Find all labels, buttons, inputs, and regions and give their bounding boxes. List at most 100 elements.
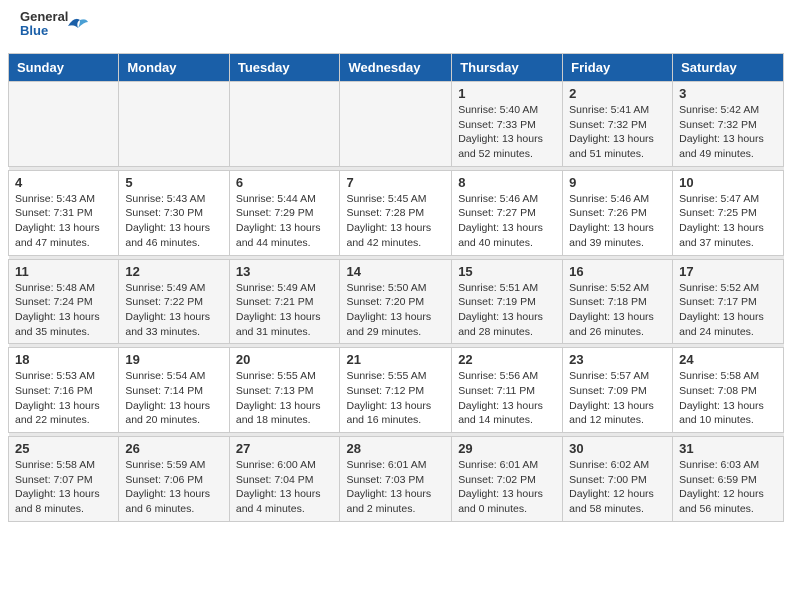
- day-info: Sunrise: 5:52 AMSunset: 7:17 PMDaylight:…: [679, 281, 777, 340]
- day-info: Sunrise: 5:59 AMSunset: 7:06 PMDaylight:…: [125, 458, 222, 517]
- day-info: Sunrise: 6:01 AMSunset: 7:02 PMDaylight:…: [458, 458, 556, 517]
- day-number: 31: [679, 441, 777, 456]
- day-number: 16: [569, 264, 666, 279]
- day-number: 22: [458, 352, 556, 367]
- day-number: 7: [346, 175, 445, 190]
- calendar-cell: 21 Sunrise: 5:55 AMSunset: 7:12 PMDayligh…: [340, 348, 452, 433]
- calendar-cell: 5Sunrise: 5:43 AMSunset: 7:30 PMDaylight…: [119, 170, 229, 255]
- day-number: 23: [569, 352, 666, 367]
- day-info: Sunrise: 5:56 AMSunset: 7:11 PMDaylight:…: [458, 369, 556, 428]
- col-monday: Monday: [119, 54, 229, 82]
- calendar-cell: 11Sunrise: 5:48 AMSunset: 7:24 PMDayligh…: [9, 259, 119, 344]
- day-number: 21: [346, 352, 445, 367]
- day-number: 4: [15, 175, 112, 190]
- day-info: Sunrise: 5:47 AMSunset: 7:25 PMDaylight:…: [679, 192, 777, 251]
- calendar-cell: 30Sunrise: 6:02 AMSunset: 7:00 PMDayligh…: [563, 437, 673, 522]
- calendar-cell: 24 Sunrise: 5:58 AMSunset: 7:08 PMDayligh…: [673, 348, 784, 433]
- day-number: 13: [236, 264, 334, 279]
- day-number: 27: [236, 441, 334, 456]
- col-wednesday: Wednesday: [340, 54, 452, 82]
- week-row-5: 25Sunrise: 5:58 AMSunset: 7:07 PMDayligh…: [9, 437, 784, 522]
- day-info: Sunrise: 5:57 AMSunset: 7:09 PMDaylight:…: [569, 369, 666, 428]
- day-info: Sunrise: 5:41 AMSunset: 7:32 PMDaylight:…: [569, 103, 666, 162]
- day-info: Sunrise: 5:43 AMSunset: 7:31 PMDaylight:…: [15, 192, 112, 251]
- calendar-cell: 31Sunrise: 6:03 AMSunset: 6:59 PMDayligh…: [673, 437, 784, 522]
- calendar-cell: 3 Sunrise: 5:42 AMSunset: 7:32 PMDaylight…: [673, 82, 784, 167]
- day-number: 9: [569, 175, 666, 190]
- day-info: Sunrise: 5:53 AMSunset: 7:16 PMDaylight:…: [15, 369, 112, 428]
- day-info: Sunrise: 5:50 AMSunset: 7:20 PMDaylight:…: [346, 281, 445, 340]
- calendar-cell: 25Sunrise: 5:58 AMSunset: 7:07 PMDayligh…: [9, 437, 119, 522]
- day-info: Sunrise: 5:44 AMSunset: 7:29 PMDaylight:…: [236, 192, 334, 251]
- col-tuesday: Tuesday: [229, 54, 340, 82]
- week-row-1: 1 Sunrise: 5:40 AMSunset: 7:33 PMDaylight…: [9, 82, 784, 167]
- day-number: 8: [458, 175, 556, 190]
- day-number: 18: [15, 352, 112, 367]
- calendar-cell: 4 Sunrise: 5:43 AMSunset: 7:31 PMDaylight…: [9, 170, 119, 255]
- calendar-cell: 28 Sunrise: 6:01 AMSunset: 7:03 PMDayligh…: [340, 437, 452, 522]
- day-info: Sunrise: 5:48 AMSunset: 7:24 PMDaylight:…: [15, 281, 112, 340]
- day-info: Sunrise: 5:55 AMSunset: 7:12 PMDaylight:…: [346, 369, 445, 428]
- day-info: Sunrise: 5:42 AMSunset: 7:32 PMDaylight:…: [679, 103, 777, 162]
- day-number: 17: [679, 264, 777, 279]
- day-info: Sunrise: 6:01 AMSunset: 7:03 PMDaylight:…: [346, 458, 445, 517]
- week-row-4: 18 Sunrise: 5:53 AMSunset: 7:16 PMDayligh…: [9, 348, 784, 433]
- calendar-cell: 6Sunrise: 5:44 AMSunset: 7:29 PMDaylight…: [229, 170, 340, 255]
- logo-bird-icon: [66, 14, 88, 36]
- calendar-cell: 1 Sunrise: 5:40 AMSunset: 7:33 PMDaylight…: [452, 82, 563, 167]
- calendar-cell: 18 Sunrise: 5:53 AMSunset: 7:16 PMDayligh…: [9, 348, 119, 433]
- day-number: 14: [346, 264, 445, 279]
- day-info: Sunrise: 5:45 AMSunset: 7:28 PMDaylight:…: [346, 192, 445, 251]
- day-number: 2: [569, 86, 666, 101]
- calendar-cell: 7 Sunrise: 5:45 AMSunset: 7:28 PMDaylight…: [340, 170, 452, 255]
- calendar-cell: 19 Sunrise: 5:54 AMSunset: 7:14 PMDayligh…: [119, 348, 229, 433]
- day-number: 1: [458, 86, 556, 101]
- calendar-cell: [340, 82, 452, 167]
- calendar-cell: 26 Sunrise: 5:59 AMSunset: 7:06 PMDayligh…: [119, 437, 229, 522]
- day-info: Sunrise: 5:58 AMSunset: 7:08 PMDaylight:…: [679, 369, 777, 428]
- day-info: Sunrise: 6:00 AMSunset: 7:04 PMDaylight:…: [236, 458, 334, 517]
- day-info: Sunrise: 5:46 AMSunset: 7:27 PMDaylight:…: [458, 192, 556, 251]
- day-number: 29: [458, 441, 556, 456]
- day-number: 15: [458, 264, 556, 279]
- day-number: 12: [125, 264, 222, 279]
- calendar-cell: 16 Sunrise: 5:52 AMSunset: 7:18 PMDayligh…: [563, 259, 673, 344]
- calendar-cell: 22 Sunrise: 5:56 AMSunset: 7:11 PMDayligh…: [452, 348, 563, 433]
- calendar-cell: [119, 82, 229, 167]
- day-number: 30: [569, 441, 666, 456]
- day-info: Sunrise: 5:54 AMSunset: 7:14 PMDaylight:…: [125, 369, 222, 428]
- calendar-cell: 12Sunrise: 5:49 AMSunset: 7:22 PMDayligh…: [119, 259, 229, 344]
- calendar-cell: 15 Sunrise: 5:51 AMSunset: 7:19 PMDayligh…: [452, 259, 563, 344]
- day-info: Sunrise: 5:51 AMSunset: 7:19 PMDaylight:…: [458, 281, 556, 340]
- weekday-header-row: Sunday Monday Tuesday Wednesday Thursday…: [9, 54, 784, 82]
- day-number: 19: [125, 352, 222, 367]
- day-info: Sunrise: 5:52 AMSunset: 7:18 PMDaylight:…: [569, 281, 666, 340]
- col-saturday: Saturday: [673, 54, 784, 82]
- week-row-3: 11Sunrise: 5:48 AMSunset: 7:24 PMDayligh…: [9, 259, 784, 344]
- calendar-cell: [229, 82, 340, 167]
- day-info: Sunrise: 5:55 AMSunset: 7:13 PMDaylight:…: [236, 369, 334, 428]
- col-sunday: Sunday: [9, 54, 119, 82]
- calendar-cell: [9, 82, 119, 167]
- calendar-cell: 2 Sunrise: 5:41 AMSunset: 7:32 PMDaylight…: [563, 82, 673, 167]
- day-number: 26: [125, 441, 222, 456]
- day-info: Sunrise: 5:40 AMSunset: 7:33 PMDaylight:…: [458, 103, 556, 162]
- calendar-cell: 9Sunrise: 5:46 AMSunset: 7:26 PMDaylight…: [563, 170, 673, 255]
- day-info: Sunrise: 5:58 AMSunset: 7:07 PMDaylight:…: [15, 458, 112, 517]
- day-number: 5: [125, 175, 222, 190]
- calendar-cell: 8 Sunrise: 5:46 AMSunset: 7:27 PMDaylight…: [452, 170, 563, 255]
- calendar-cell: 29 Sunrise: 6:01 AMSunset: 7:02 PMDayligh…: [452, 437, 563, 522]
- day-number: 10: [679, 175, 777, 190]
- day-number: 24: [679, 352, 777, 367]
- col-friday: Friday: [563, 54, 673, 82]
- col-thursday: Thursday: [452, 54, 563, 82]
- day-number: 3: [679, 86, 777, 101]
- calendar-cell: 14 Sunrise: 5:50 AMSunset: 7:20 PMDayligh…: [340, 259, 452, 344]
- calendar-cell: 20Sunrise: 5:55 AMSunset: 7:13 PMDayligh…: [229, 348, 340, 433]
- logo: General Blue: [20, 10, 88, 48]
- calendar-cell: 10 Sunrise: 5:47 AMSunset: 7:25 PMDayligh…: [673, 170, 784, 255]
- calendar-cell: 17 Sunrise: 5:52 AMSunset: 7:17 PMDayligh…: [673, 259, 784, 344]
- day-info: Sunrise: 5:49 AMSunset: 7:21 PMDaylight:…: [236, 281, 334, 340]
- day-number: 28: [346, 441, 445, 456]
- calendar-cell: 13 Sunrise: 5:49 AMSunset: 7:21 PMDayligh…: [229, 259, 340, 344]
